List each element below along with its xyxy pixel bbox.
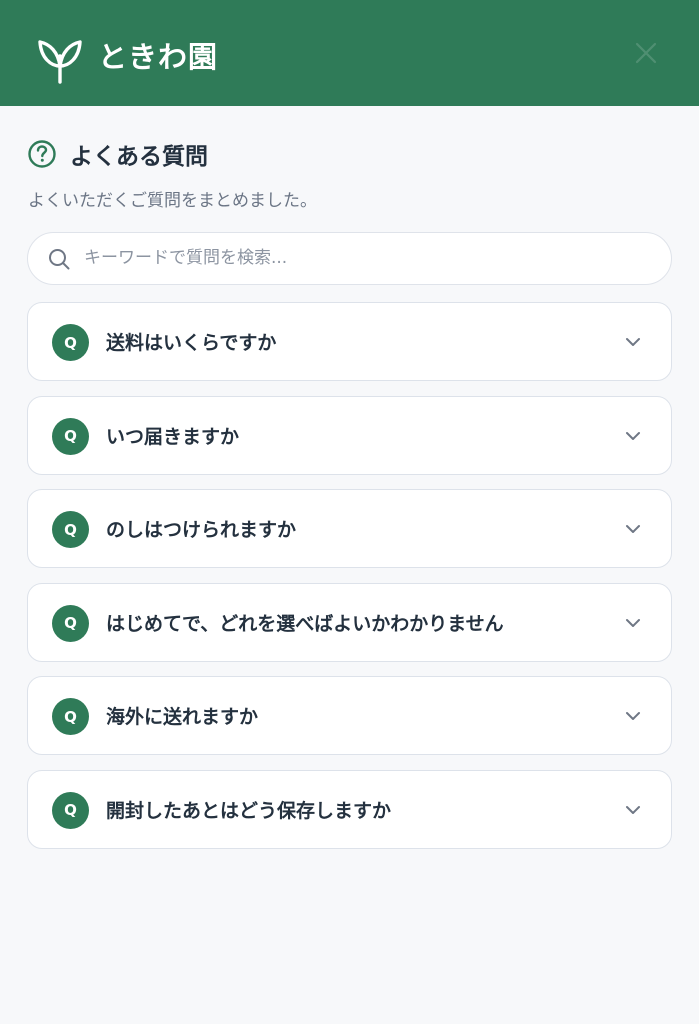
q-badge: Q: [52, 417, 89, 455]
faq-item[interactable]: Q 送料はいくらですか: [27, 302, 672, 381]
search-box: [27, 232, 672, 285]
faq-item[interactable]: Q のしはつけられますか: [27, 489, 672, 569]
search-input[interactable]: [84, 233, 654, 283]
brand-name: ときわ園: [98, 40, 219, 74]
faq-question: 送料はいくらですか: [106, 332, 277, 354]
faq-item[interactable]: Q 海外に送れますか: [27, 676, 672, 756]
search-icon: [49, 249, 70, 270]
chevron-down-icon: [626, 618, 640, 627]
faq-question: はじめてで、どれを選べばよいかわかりません: [106, 612, 504, 635]
q-badge: Q: [52, 791, 89, 829]
close-button[interactable]: [630, 37, 662, 69]
chevron-down-icon: [626, 712, 640, 721]
faq-item[interactable]: Q はじめてで、どれを選べばよいかわかりません: [27, 582, 672, 662]
faq-question: 海外に送れますか: [106, 706, 259, 729]
chevron-down-icon: [626, 805, 640, 814]
faq-question: のしはつけられますか: [106, 519, 297, 542]
q-badge: Q: [52, 324, 89, 361]
faq-question: いつ届きますか: [106, 425, 240, 448]
faq-question: 開封したあとはどう保存しますか: [106, 799, 392, 822]
faq-item[interactable]: Q 開封したあとはどう保存しますか: [27, 769, 672, 849]
app-header: ときわ園: [0, 0, 699, 106]
chevron-down-icon: [626, 525, 640, 534]
faq-subtitle: よくいただくご質問をまとめました。: [28, 191, 317, 211]
q-badge: Q: [52, 511, 89, 549]
faq-list: Q 送料はいくらですか Q いつ届きますか Q のしはつけられますか Q はじめ…: [27, 302, 672, 864]
chevron-down-icon: [626, 338, 640, 346]
page-title: よくある質問: [70, 144, 208, 170]
chevron-down-icon: [626, 431, 640, 440]
faq-item[interactable]: Q いつ届きますか: [27, 395, 672, 475]
help-circle-icon: [28, 140, 56, 168]
faq-heading: よくある質問: [27, 137, 208, 171]
sprout-icon: [38, 40, 82, 84]
close-icon: [635, 42, 657, 64]
q-badge: Q: [52, 604, 89, 642]
q-badge: Q: [52, 698, 89, 736]
